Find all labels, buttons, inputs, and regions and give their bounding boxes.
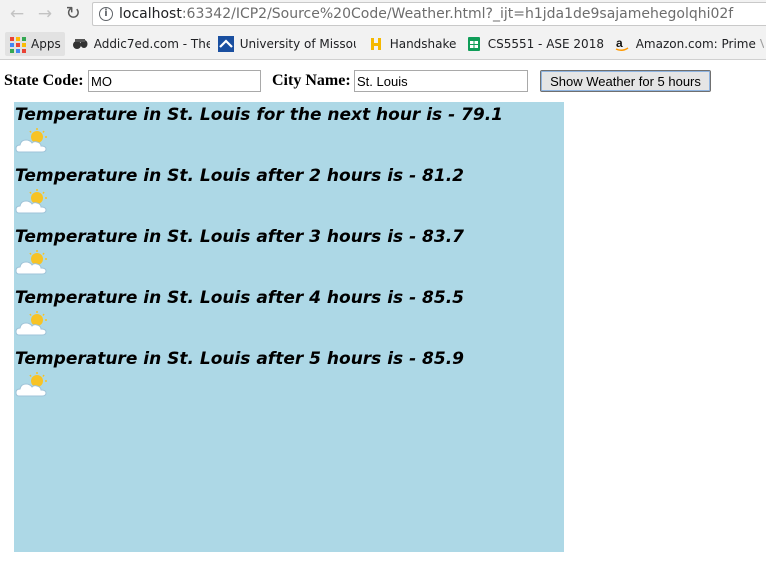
forward-arrow-icon[interactable]: → [34, 4, 56, 24]
partly-cloudy-icon [15, 311, 47, 336]
state-code-input[interactable] [88, 70, 261, 92]
google-sheets-icon [467, 37, 480, 51]
partly-cloudy-icon [15, 128, 47, 153]
city-name-label: City Name: [272, 72, 351, 89]
bookmark-addic7ed-label: Addic7ed.com - The s [93, 37, 210, 51]
temperature-text: Temperature in St. Louis for the next ho… [15, 105, 504, 125]
bookmark-handshake[interactable]: Handshake [368, 32, 458, 56]
forecast-entry: Temperature in St. Louis after 5 hours i… [14, 346, 564, 407]
bookmark-cs5551-label: CS5551 - ASE 2018 Fa [487, 37, 606, 51]
browser-toolbar: ← → ↻ i localhost:63342/ICP2/Source%20Co… [0, 0, 766, 29]
info-icon[interactable]: i [99, 7, 113, 21]
amazon-icon: a [615, 36, 629, 52]
bookmark-university-label: University of Missouri [239, 37, 356, 51]
temperature-text: Temperature in St. Louis after 3 hours i… [15, 227, 464, 247]
forecast-entry: Temperature in St. Louis after 4 hours i… [14, 285, 564, 346]
handshake-icon [370, 38, 381, 50]
forecast-entry: Temperature in St. Louis for the next ho… [14, 102, 564, 163]
state-code-label: State Code: [4, 72, 84, 89]
url-path: :63342/ICP2/Source%20Code/Weather.html?_… [181, 6, 734, 22]
temperature-text: Temperature in St. Louis after 5 hours i… [15, 349, 464, 369]
url-text[interactable]: localhost:63342/ICP2/Source%20Code/Weath… [119, 6, 733, 22]
forecast-entry: Temperature in St. Louis after 3 hours i… [14, 224, 564, 285]
bookmark-handshake-label: Handshake [389, 37, 457, 51]
url-host: localhost [119, 6, 182, 22]
weather-form: State Code: City Name: Show Weather for … [4, 70, 764, 92]
temperature-text: Temperature in St. Louis after 2 hours i… [15, 166, 464, 186]
bookmarks-bar: Apps Addic7ed.com - The s University of … [0, 29, 766, 60]
partly-cloudy-icon [15, 250, 47, 275]
forecast-entry: Temperature in St. Louis after 2 hours i… [14, 163, 564, 224]
bookmark-apps-label: Apps [31, 37, 61, 51]
bookmark-amazon[interactable]: a Amazon.com: Prime V [614, 32, 764, 56]
temperature-text: Temperature in St. Louis after 4 hours i… [15, 288, 464, 308]
reload-icon[interactable]: ↻ [62, 4, 84, 24]
apps-grid-icon [9, 36, 26, 53]
bookmark-addic7ed[interactable]: Addic7ed.com - The s [72, 32, 210, 56]
svg-text:a: a [616, 36, 623, 50]
addic7ed-icon [72, 39, 88, 49]
university-logo-icon [217, 36, 234, 52]
partly-cloudy-icon [15, 372, 47, 397]
address-bar[interactable]: i localhost:63342/ICP2/Source%20Code/Wea… [92, 2, 766, 26]
partly-cloudy-icon [15, 189, 47, 214]
show-weather-button[interactable]: Show Weather for 5 hours [540, 70, 711, 92]
bookmark-amazon-label: Amazon.com: Prime V [635, 37, 764, 51]
forecast-panel: Temperature in St. Louis for the next ho… [14, 102, 564, 552]
city-name-input[interactable] [354, 70, 528, 92]
bookmark-university-of-missouri[interactable]: University of Missouri [217, 32, 356, 56]
bookmark-cs5551[interactable]: CS5551 - ASE 2018 Fa [466, 32, 606, 56]
back-arrow-icon[interactable]: ← [6, 4, 28, 24]
bookmark-apps[interactable]: Apps [5, 32, 65, 56]
